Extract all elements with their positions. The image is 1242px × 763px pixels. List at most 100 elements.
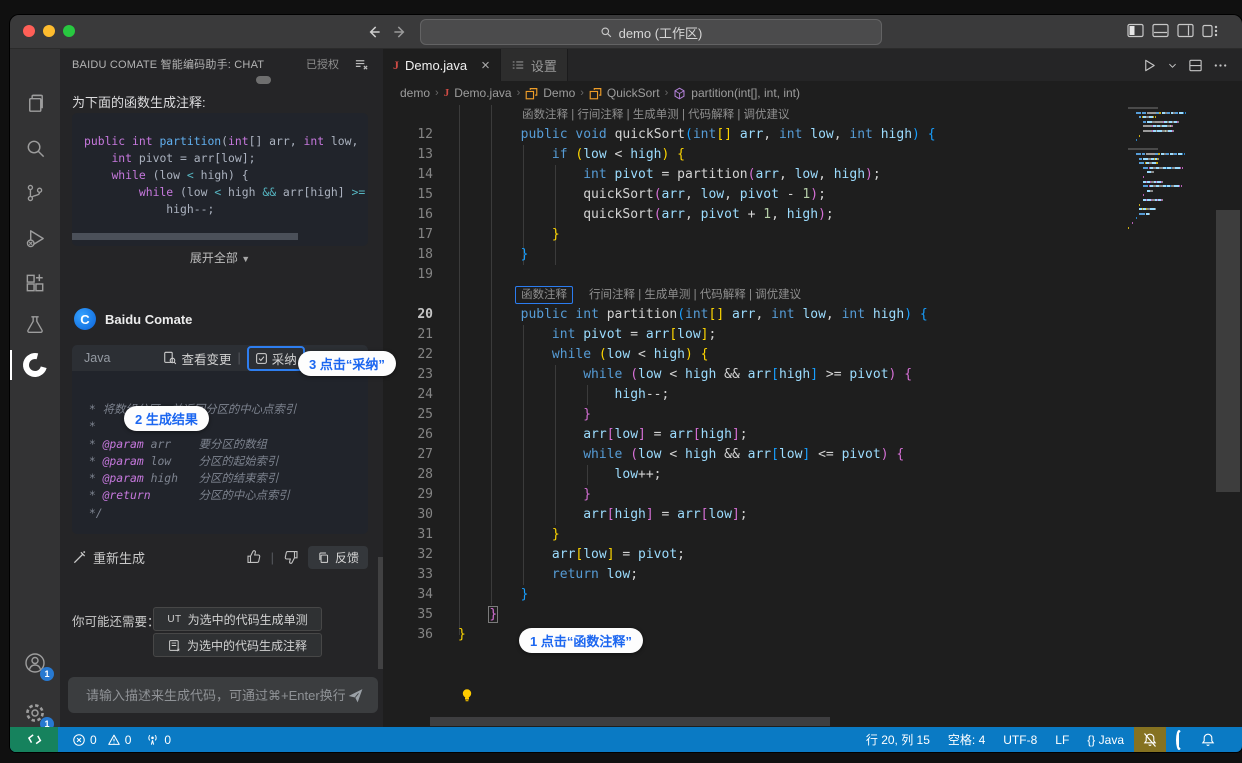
eol-sequence[interactable]: LF <box>1055 733 1069 747</box>
code-line-25: 25 } <box>383 405 1242 425</box>
callout-step2: 2 生成结果 <box>124 406 209 431</box>
send-icon[interactable] <box>347 687 364 704</box>
view-changes-button[interactable]: 查看变更 <box>163 349 231 368</box>
testing-icon[interactable] <box>10 305 60 345</box>
command-center-search[interactable]: demo (工作区) <box>420 19 882 45</box>
class-icon <box>589 87 602 100</box>
comate-chat-panel: BAIDU COMATE 智能编码助手: CHAT 已授权 为下面的函数生成注释… <box>60 49 383 727</box>
feedback-button[interactable]: 反馈 <box>308 546 368 569</box>
code-line-31: 31 } <box>383 525 1242 545</box>
source-control-icon[interactable] <box>10 173 60 213</box>
more-actions-icon[interactable] <box>1213 58 1228 73</box>
codelens-row[interactable]: 函数注释 | 行间注释 | 生成单测 | 代码解释 | 调优建议 <box>383 105 1242 125</box>
regenerate-button[interactable]: 重新生成 <box>93 548 145 567</box>
run-file-icon[interactable] <box>1142 58 1157 73</box>
split-editor-icon[interactable] <box>1188 58 1203 73</box>
regenerate-icon <box>72 550 87 565</box>
accounts-badge: 1 <box>40 667 54 681</box>
ut-icon: UT <box>167 614 181 625</box>
code-line-21: 21 int pivot = arr[low]; <box>383 325 1242 345</box>
clear-chat-icon[interactable] <box>354 57 369 72</box>
code-line-30: 30 arr[high] = arr[low]; <box>383 505 1242 525</box>
code-line-36: 36} <box>383 625 1242 645</box>
close-window-button[interactable] <box>23 25 35 37</box>
comate-avatar: C <box>74 308 96 330</box>
thumbs-down-icon[interactable] <box>283 549 299 565</box>
breadcrumb-class-demo[interactable]: Demo <box>543 86 575 100</box>
horizontal-scrollbar[interactable] <box>72 233 298 240</box>
thumbs-up-icon[interactable] <box>246 549 262 565</box>
tab-demo-java[interactable]: J Demo.java × <box>383 49 501 81</box>
java-file-icon: J <box>444 87 450 99</box>
chat-input-box[interactable] <box>68 677 378 713</box>
indentation[interactable]: 空格: 4 <box>948 731 985 748</box>
generate-unit-test-button[interactable]: UT 为选中的代码生成单测 <box>153 607 322 631</box>
toggle-panel-icon[interactable] <box>1152 23 1170 39</box>
feedback-icon <box>317 551 330 564</box>
do-not-disturb-bell-icon[interactable] <box>1134 727 1166 752</box>
code-line-18: 18 } <box>383 245 1242 265</box>
navigate-forward-icon[interactable] <box>391 23 409 41</box>
search-icon[interactable] <box>10 128 60 168</box>
customize-layout-icon[interactable] <box>1202 23 1220 39</box>
remote-indicator[interactable] <box>10 727 58 752</box>
chat-input[interactable] <box>84 687 347 704</box>
cursor-position[interactable]: 行 20, 列 15 <box>866 731 930 748</box>
ports-status[interactable]: 0 <box>145 732 171 747</box>
language-mode[interactable]: {} Java <box>1087 733 1124 747</box>
diff-icon <box>163 351 177 365</box>
code-line-17: 17 } <box>383 225 1242 245</box>
code-lines: 函数注释 | 行间注释 | 生成单测 | 代码解释 | 调优建议12 publi… <box>383 105 1242 645</box>
settings-list-icon <box>511 58 525 72</box>
breadcrumb-file[interactable]: Demo.java <box>454 86 511 100</box>
minimize-window-button[interactable] <box>43 25 55 37</box>
previous-bubble-remnant <box>256 76 271 84</box>
encoding[interactable]: UTF-8 <box>1003 733 1037 747</box>
language-label: Java <box>84 351 110 365</box>
run-dropdown-chevron-icon[interactable] <box>1167 60 1178 71</box>
comate-panel-icon[interactable] <box>10 345 60 385</box>
code-line-29: 29 } <box>383 485 1242 505</box>
breadcrumb-class-quicksort[interactable]: QuickSort <box>607 86 660 100</box>
generate-comment-button[interactable]: 为选中的代码生成注释 <box>153 633 322 657</box>
lightbulb-icon[interactable] <box>459 687 475 704</box>
code-line-28: 28 low++; <box>383 465 1242 485</box>
activity-bar: 1 1 <box>10 49 60 727</box>
minimap[interactable] <box>1128 107 1216 507</box>
broadcast-tower-icon <box>145 732 160 747</box>
assistant-name: Baidu Comate <box>105 312 192 327</box>
code-area[interactable]: 函数注释 | 行间注释 | 生成单测 | 代码解释 | 调优建议12 publi… <box>383 105 1242 727</box>
tab-settings[interactable]: 设置 <box>501 49 568 81</box>
comate-status-icon[interactable] <box>1176 733 1182 747</box>
java-file-icon: J <box>393 58 399 73</box>
problems-status[interactable]: 0 0 <box>72 733 131 747</box>
expand-all-button[interactable]: 展开全部 ▼ <box>60 249 380 266</box>
codelens-row[interactable]: 函数注释行间注释 | 生成单测 | 代码解释 | 调优建议 <box>383 285 1242 305</box>
window-title: demo (工作区) <box>619 23 703 42</box>
close-tab-icon[interactable]: × <box>481 57 490 74</box>
navigate-back-icon[interactable] <box>365 23 383 41</box>
user-message: 为下面的函数生成注释: <box>72 92 206 111</box>
user-code-lines: public int partition(int[] arr, int low,… <box>84 133 365 218</box>
callout-step1: 1 点击“函数注释” <box>519 628 643 653</box>
extensions-icon[interactable] <box>10 263 60 303</box>
title-bar: demo (工作区) <box>10 15 1242 49</box>
run-debug-icon[interactable] <box>10 218 60 258</box>
authorized-status: 已授权 <box>306 56 339 72</box>
explorer-icon[interactable] <box>10 83 60 123</box>
class-icon <box>525 87 538 100</box>
breadcrumb-folder[interactable]: demo <box>400 86 430 100</box>
breadcrumb-method[interactable]: partition(int[], int, int) <box>691 86 800 100</box>
notifications-bell-icon[interactable] <box>1200 732 1216 748</box>
editor-horizontal-scrollbar[interactable] <box>430 717 830 726</box>
toggle-primary-sidebar-icon[interactable] <box>1127 23 1145 39</box>
code-line-35: 35 } <box>383 605 1242 625</box>
editor-vertical-scrollbar[interactable] <box>1216 210 1240 492</box>
toggle-secondary-sidebar-icon[interactable] <box>1177 23 1195 39</box>
accept-button[interactable]: 采纳 <box>247 346 305 371</box>
zoom-window-button[interactable] <box>63 25 75 37</box>
error-icon <box>72 733 86 747</box>
accounts-icon[interactable]: 1 <box>10 643 60 683</box>
search-icon <box>600 26 613 39</box>
vscode-window: demo (工作区) <box>10 15 1242 752</box>
